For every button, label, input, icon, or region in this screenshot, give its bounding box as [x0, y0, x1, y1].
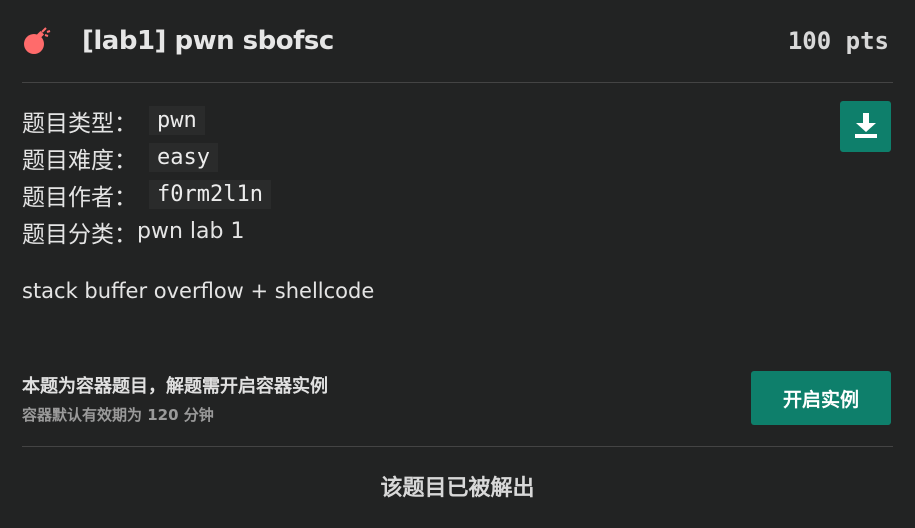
meta-category-value: pwn lab 1 — [137, 219, 245, 244]
meta-difficulty-value: easy — [149, 143, 218, 172]
challenge-title: [lab1] pwn sbofsc — [82, 26, 334, 56]
start-instance-button[interactable]: 开启实例 — [751, 371, 891, 425]
meta-separator: ： — [114, 110, 137, 137]
meta-category-row: 题目分类 ： pwn lab 1 — [22, 213, 271, 250]
download-attachment-button[interactable] — [840, 101, 891, 152]
meta-author-value: f0rm2l1n — [149, 180, 271, 209]
download-icon — [853, 111, 879, 143]
challenge-card: [lab1] pwn sbofsc 100 pts 题目类型 ： pwn 题目难… — [0, 0, 915, 528]
meta-separator: ： — [114, 184, 137, 211]
solved-status: 该题目已被解出 — [380, 476, 535, 501]
challenge-description: stack buffer overflow + shellcode — [22, 279, 375, 303]
meta-type-row: 题目类型 ： pwn — [22, 102, 271, 139]
meta-difficulty-row: 题目难度 ： easy — [22, 139, 271, 176]
challenge-header: [lab1] pwn sbofsc 100 pts — [22, 0, 893, 83]
meta-separator: ： — [114, 221, 137, 248]
meta-difficulty-label: 题目难度 — [22, 147, 114, 174]
container-subtitle: 容器默认有效期为 120 分钟 — [22, 406, 214, 424]
challenge-points: 100 pts — [787, 27, 889, 55]
challenge-meta: 题目类型 ： pwn 题目难度 ： easy 题目作者 ： f0rm2l1n 题… — [22, 102, 271, 250]
divider — [22, 446, 893, 447]
meta-category-label: 题目分类 — [22, 221, 114, 248]
meta-type-label: 题目类型 — [22, 110, 114, 137]
meta-separator: ： — [114, 147, 137, 174]
meta-author-label: 题目作者 — [22, 184, 114, 211]
bomb-icon — [22, 26, 52, 56]
container-title: 本题为容器题目，解题需开启容器实例 — [22, 376, 328, 397]
container-info: 本题为容器题目，解题需开启容器实例 容器默认有效期为 120 分钟 — [22, 372, 328, 425]
meta-type-value: pwn — [149, 106, 205, 135]
meta-author-row: 题目作者 ： f0rm2l1n — [22, 176, 271, 213]
